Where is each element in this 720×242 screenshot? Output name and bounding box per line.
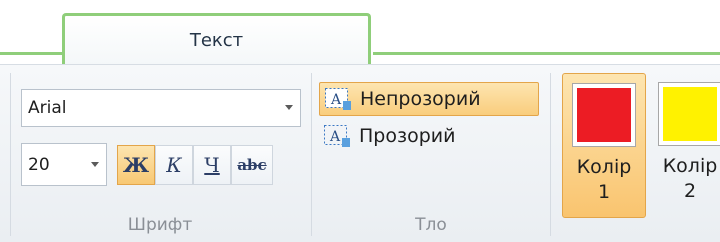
font-size-combobox[interactable]: 20 <box>21 143 107 186</box>
group-separator <box>10 73 11 236</box>
opaque-background-label: Непрозорий <box>360 88 481 110</box>
transparent-background-label: Прозорий <box>359 125 456 147</box>
ribbon-tab-strip: Текст <box>0 0 720 65</box>
color-2-button[interactable]: Колір 2 <box>648 73 720 218</box>
color-1-label-line2: 1 <box>597 181 611 203</box>
font-name-value: Arial <box>28 98 67 118</box>
strikethrough-icon: abc <box>237 156 267 174</box>
color-1-swatch <box>577 88 631 142</box>
color-2-swatch <box>663 87 717 141</box>
group-separator <box>550 73 551 236</box>
bold-icon: Ж <box>122 153 150 177</box>
tab-strip-border-right <box>373 52 720 55</box>
group-separator <box>311 73 312 236</box>
color-2-swatch-frame <box>658 82 720 146</box>
svg-text:A: A <box>330 92 342 108</box>
font-group-label: Шрифт <box>127 215 193 235</box>
italic-button[interactable]: К <box>155 145 193 185</box>
color-2-label-line1: Колір <box>662 155 718 177</box>
chevron-down-icon[interactable] <box>285 105 293 110</box>
transparent-background-button[interactable]: A Прозорий <box>319 119 539 153</box>
underline-icon: Ч <box>204 153 220 177</box>
opaque-background-button[interactable]: A Непрозорий <box>319 82 539 116</box>
italic-icon: К <box>166 153 182 177</box>
opaque-text-icon: A <box>324 87 352 111</box>
font-size-value: 20 <box>28 154 50 175</box>
color-1-label: Колір 1 <box>577 155 632 205</box>
chevron-down-icon[interactable] <box>91 161 99 167</box>
strikethrough-button[interactable]: abc <box>231 145 273 185</box>
transparent-text-icon: A <box>323 124 351 148</box>
color-1-label-line1: Колір <box>576 156 632 178</box>
color-1-swatch-frame <box>572 83 636 147</box>
background-group-label: Тло <box>415 215 447 235</box>
tab-strip-border-left <box>0 52 63 55</box>
tab-text[interactable]: Текст <box>62 13 371 65</box>
bold-button[interactable]: Ж <box>117 145 155 185</box>
color-1-button[interactable]: Колір 1 <box>562 73 646 218</box>
color-2-label-line2: 2 <box>683 180 697 202</box>
svg-text:A: A <box>329 129 341 145</box>
color-2-label: Колір 2 <box>663 154 718 204</box>
underline-button[interactable]: Ч <box>193 145 231 185</box>
font-name-combobox[interactable]: Arial <box>21 89 301 127</box>
ribbon-panel: Arial 20 Ж К Ч abc Шрифт A Непрозорий A … <box>0 64 720 242</box>
